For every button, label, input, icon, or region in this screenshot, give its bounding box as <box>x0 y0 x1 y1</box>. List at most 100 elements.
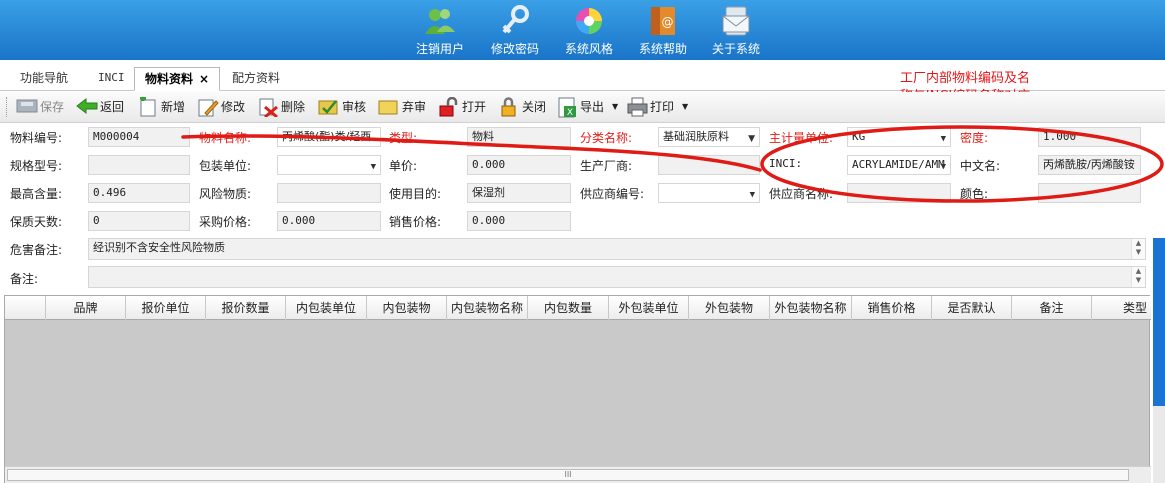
remark-textarea[interactable]: ▲ ▼ <box>88 266 1146 288</box>
tab-label: 功能导航 <box>20 71 69 85</box>
save-button[interactable]: 保存 <box>16 96 68 118</box>
edit-pencil-icon <box>198 99 219 117</box>
export-button[interactable]: X 导出 ▼ <box>556 96 622 118</box>
supplier-name-label: 供应商名称: <box>769 187 834 201</box>
pack-unit-select[interactable]: ▼ <box>277 155 381 175</box>
delete-button[interactable]: 删除 <box>257 96 309 118</box>
category-label: 分类名称: <box>580 131 633 145</box>
max-content-label: 最高含量: <box>10 187 63 201</box>
grid-horizontal-scrollbar[interactable]: III <box>5 466 1151 483</box>
chevron-down-icon[interactable]: ▼ <box>941 158 946 174</box>
grid-col-inner-qty[interactable]: 内包数量 <box>528 296 609 320</box>
supplier-code-label: 供应商编号: <box>580 187 645 201</box>
risk-field[interactable] <box>277 183 381 203</box>
tab-material-info[interactable]: 物料资料 × <box>134 67 221 91</box>
grid-col-inner-pack[interactable]: 内包装物 <box>367 296 447 320</box>
density-label: 密度: <box>960 131 989 145</box>
grid-col-outer-pack[interactable]: 外包装物 <box>689 296 770 320</box>
grid-col-quote-qty[interactable]: 报价数量 <box>206 296 286 320</box>
print-button[interactable]: 打印 ▼ <box>626 96 692 118</box>
sale-price-field[interactable]: 0.000 <box>467 211 571 231</box>
vertical-scrollbar-thumb[interactable] <box>1153 238 1165 406</box>
grid-col-brand[interactable]: 品牌 <box>46 296 126 320</box>
price-label: 单价: <box>389 159 418 173</box>
change-password-button[interactable]: 修改密码 <box>480 2 550 58</box>
tab-formula-info[interactable]: 配方资料 <box>222 67 290 91</box>
material-name-field[interactable]: 丙烯酸(酯)类/羟酉 <box>277 127 381 147</box>
chevron-down-icon[interactable]: ▼ <box>941 130 946 146</box>
system-style-button[interactable]: 系统风格 <box>554 2 624 58</box>
shelf-days-label: 保质天数: <box>10 215 63 229</box>
grid-col-type[interactable]: 类型 <box>1092 296 1151 320</box>
add-document-icon <box>140 97 156 117</box>
type-field[interactable]: 物料 <box>467 127 571 147</box>
tab-close-icon[interactable]: × <box>199 72 209 86</box>
chevron-down-icon[interactable]: ▼ <box>748 130 755 146</box>
grid-col-remark[interactable]: 备注 <box>1012 296 1092 320</box>
about-system-label: 关于系统 <box>711 42 760 56</box>
edit-label: 修改 <box>221 100 246 114</box>
hazard-label: 危害备注: <box>10 243 63 257</box>
grid-col-sale-price[interactable]: 销售价格 <box>852 296 932 320</box>
system-style-label: 系统风格 <box>564 42 613 56</box>
max-content-field[interactable]: 0.496 <box>88 183 190 203</box>
abandon-review-button[interactable]: 弃审 <box>378 96 430 118</box>
grid-row-header <box>5 296 46 320</box>
system-help-button[interactable]: @ 系统帮助 <box>628 2 698 58</box>
type-label: 类型: <box>389 131 418 145</box>
review-button[interactable]: 审核 <box>318 96 370 118</box>
grid-col-is-default[interactable]: 是否默认 <box>932 296 1012 320</box>
supplier-name-field[interactable] <box>847 183 951 203</box>
tab-inci[interactable]: INCI <box>88 67 135 91</box>
grid-scroll-thumb[interactable]: III <box>7 469 1129 481</box>
delete-icon <box>259 98 278 117</box>
abandon-review-icon <box>378 100 398 115</box>
logout-button[interactable]: 注销用户 <box>405 2 475 58</box>
density-field[interactable]: 1.000 <box>1038 127 1141 147</box>
shelf-days-field[interactable]: 0 <box>88 211 190 231</box>
excel-export-icon: X <box>558 97 576 118</box>
svg-text:X: X <box>567 108 573 118</box>
unit-label: 主计量单位: <box>769 131 834 145</box>
grid-col-outer-pack-unit[interactable]: 外包装单位 <box>609 296 689 320</box>
chevron-down-icon[interactable]: ▼ <box>371 158 376 174</box>
tab-label: INCI <box>98 71 125 84</box>
hazard-scrollbar[interactable]: ▲ ▼ <box>1131 239 1145 259</box>
grid-col-inner-pack-unit[interactable]: 内包装单位 <box>286 296 367 320</box>
sale-price-label: 销售价格: <box>389 215 442 229</box>
add-button[interactable]: 新增 <box>137 96 189 118</box>
cn-name-field[interactable]: 丙烯酰胺/丙烯酸铵 <box>1038 155 1141 175</box>
price-field[interactable]: 0.000 <box>467 155 571 175</box>
inci-select[interactable]: ACRYLAMIDE/AMM ▼ <box>847 155 951 175</box>
material-code-field[interactable]: M000004 <box>88 127 190 147</box>
purchase-price-field[interactable]: 0.000 <box>277 211 381 231</box>
material-code-label: 物料编号: <box>10 131 63 145</box>
grid-col-quote-unit[interactable]: 报价单位 <box>126 296 206 320</box>
manufacturer-field[interactable] <box>658 155 760 175</box>
grid-col-inner-pack-name[interactable]: 内包装物名称 <box>447 296 528 320</box>
unit-select[interactable]: KG ▼ <box>847 127 951 147</box>
purpose-field[interactable]: 保湿剂 <box>467 183 571 203</box>
remark-scrollbar[interactable]: ▲ ▼ <box>1131 267 1145 287</box>
tab-function-nav[interactable]: 功能导航 <box>10 67 78 91</box>
open-button[interactable]: 打开 <box>438 96 490 118</box>
supplier-code-select[interactable]: ▼ <box>658 183 760 203</box>
about-system-button[interactable]: 关于系统 <box>701 2 771 58</box>
category-value: 基础润肤原料 <box>663 130 729 143</box>
hazard-textarea[interactable]: 经识别不含安全性风险物质 ▲ ▼ <box>88 238 1146 260</box>
vertical-scrollbar-track[interactable] <box>1153 406 1165 483</box>
category-select[interactable]: 基础润肤原料 ▼ <box>658 127 760 147</box>
close-button[interactable]: 关闭 <box>498 96 550 118</box>
back-arrow-icon <box>76 97 98 115</box>
toolbar: 保存 返回 新增 修改 删除 审核 弃审 打开 关闭 X 导出 ▼ 打印 ▼ <box>0 92 1165 123</box>
print-dropdown-icon[interactable]: ▼ <box>682 96 688 118</box>
unlock-icon <box>439 97 458 117</box>
spec-field[interactable] <box>88 155 190 175</box>
edit-button[interactable]: 修改 <box>197 96 249 118</box>
export-dropdown-icon[interactable]: ▼ <box>612 96 618 118</box>
grid-col-outer-pack-name[interactable]: 外包装物名称 <box>770 296 852 320</box>
back-button[interactable]: 返回 <box>76 96 128 118</box>
review-icon <box>318 100 338 115</box>
color-field[interactable] <box>1038 183 1141 203</box>
chevron-down-icon[interactable]: ▼ <box>750 186 755 202</box>
